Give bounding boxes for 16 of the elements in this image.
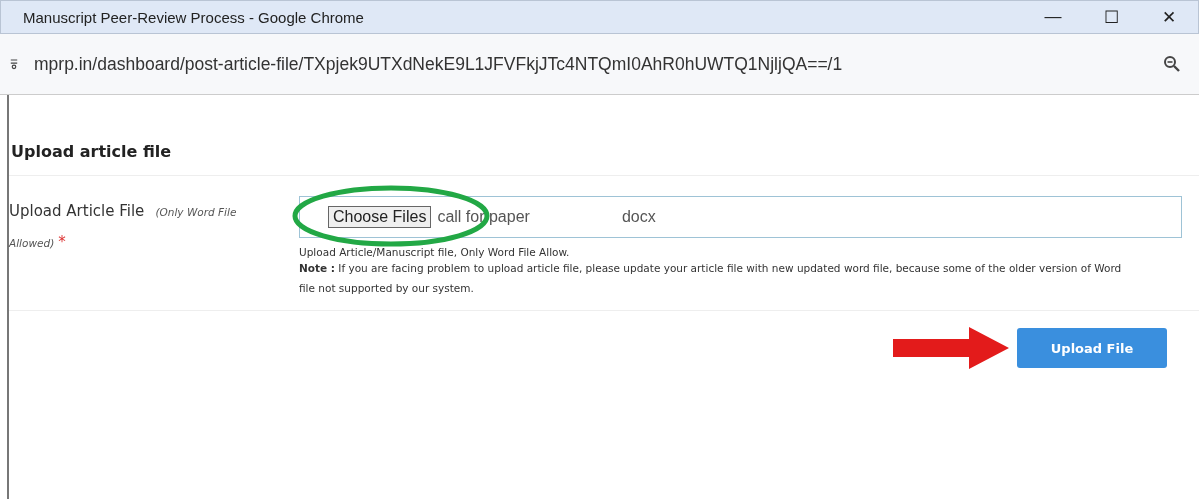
file-extension: docx bbox=[621, 208, 656, 226]
section-heading: Upload article file bbox=[9, 95, 1199, 176]
file-name: call for paper bbox=[437, 208, 530, 226]
arrow-icon bbox=[891, 325, 1011, 371]
note-text: Note : If you are facing problem to upload article file, please update your article file with new updated word file, because some of the older version of Word file not supported by our system. bbox=[299, 261, 1123, 296]
zoom-icon[interactable] bbox=[1163, 55, 1181, 73]
field-label: Upload Article File (Only Word File Allowed) * bbox=[9, 201, 237, 251]
file-input[interactable]: Choose Files call for paper docx bbox=[299, 196, 1182, 238]
window-control[interactable]: — bbox=[1024, 1, 1082, 33]
window-control[interactable]: ✕ bbox=[1140, 1, 1198, 33]
choose-files-button[interactable]: Choose Files bbox=[328, 206, 432, 228]
help-text: Upload Article/Manuscript file, Only Word File Allow. bbox=[299, 246, 571, 258]
site-info-icon[interactable] bbox=[10, 58, 18, 70]
url-text[interactable]: mprp.in/dashboard/post-article-file/TXpjek9UTXdNekE9L1JFVFkjJTc4NTQmI0AhR0hUWTQ1NjljQA==/1 bbox=[34, 53, 1163, 75]
window-title: Manuscript Peer-Review Process - Google Chrome bbox=[22, 8, 364, 26]
window-control[interactable]: ☐ bbox=[1082, 1, 1140, 33]
